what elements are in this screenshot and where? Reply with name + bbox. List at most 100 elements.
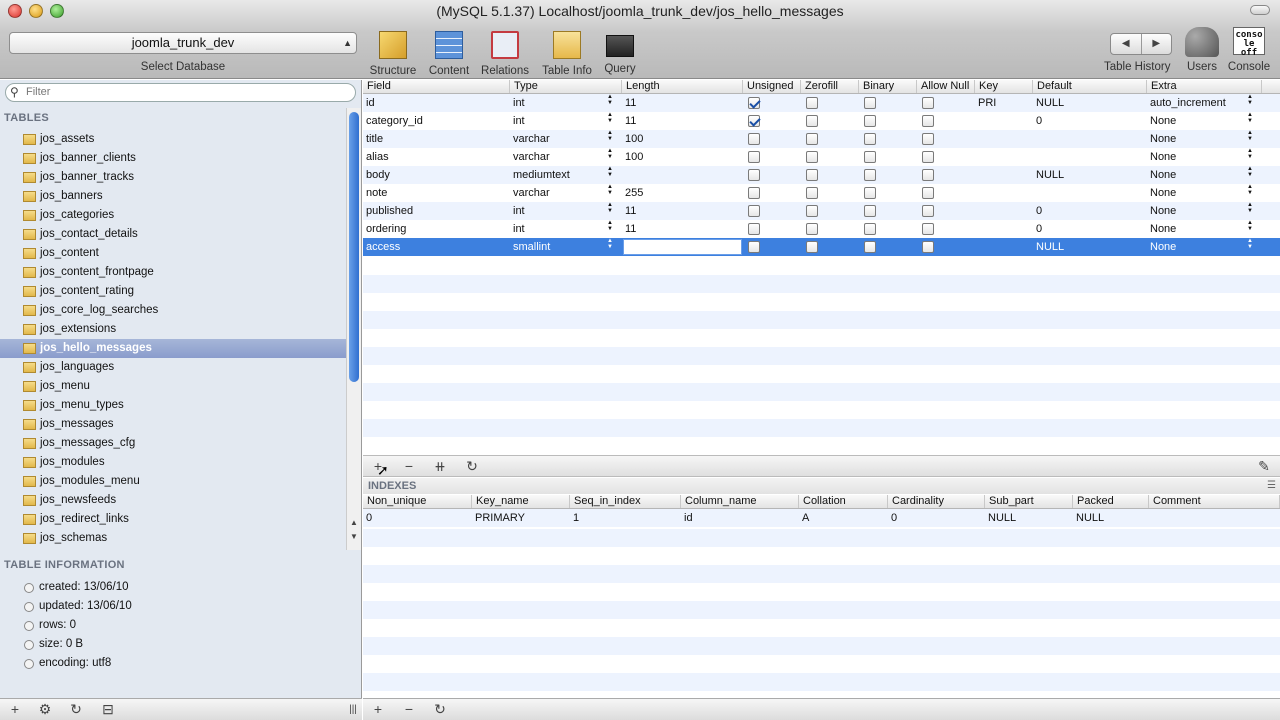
stepper-arrows-icon[interactable]: ▲▼: [601, 220, 619, 232]
field-row[interactable]: title varchar ▲▼ 100 None ▲▼: [363, 130, 1280, 148]
field-row[interactable]: note varchar ▲▼ 255 None ▲▼: [363, 184, 1280, 202]
database-select[interactable]: joomla_trunk_dev ▲: [9, 32, 357, 54]
field-cell-zerofill[interactable]: [801, 94, 859, 112]
field-cell-extra[interactable]: auto_increment ▲▼: [1147, 94, 1262, 112]
allow-null-checkbox[interactable]: [922, 169, 934, 182]
field-cell-allow-null[interactable]: [917, 238, 975, 256]
sidebar-table-item[interactable]: jos_menu: [0, 377, 346, 396]
zerofill-checkbox[interactable]: [806, 187, 818, 200]
stepper-arrows-icon[interactable]: ▲▼: [1241, 202, 1259, 214]
field-cell-type[interactable]: smallint ▲▼: [510, 238, 622, 256]
binary-checkbox[interactable]: [864, 115, 876, 128]
sidebar-table-item[interactable]: jos_banner_tracks: [0, 168, 346, 187]
toolbar-toggle-button[interactable]: [1250, 5, 1270, 15]
index-column-header[interactable]: Non_unique: [363, 495, 472, 508]
field-cell-key[interactable]: [975, 220, 1033, 238]
field-cell-type[interactable]: int ▲▼: [510, 202, 622, 220]
sidebar-table-item[interactable]: jos_content: [0, 244, 346, 263]
unsigned-checkbox[interactable]: [748, 223, 760, 236]
index-column-header[interactable]: Seq_in_index: [570, 495, 681, 508]
column-header[interactable]: Field: [363, 80, 510, 93]
stepper-arrows-icon[interactable]: ▲▼: [1241, 112, 1259, 124]
field-cell-field[interactable]: note: [363, 184, 510, 202]
stepper-arrows-icon[interactable]: ▲▼: [601, 184, 619, 196]
sidebar-table-item[interactable]: jos_content_frontpage: [0, 263, 346, 282]
field-cell-length[interactable]: 11: [622, 94, 743, 112]
binary-checkbox[interactable]: [864, 223, 876, 236]
field-cell-type[interactable]: int ▲▼: [510, 112, 622, 130]
stepper-arrows-icon[interactable]: ▲▼: [601, 94, 619, 106]
field-row[interactable]: access smallint ▲▼ NULL None ▲▼: [363, 238, 1280, 256]
table-list-scrollbar[interactable]: ▲ ▼: [346, 108, 361, 550]
index-column-header[interactable]: Column_name: [681, 495, 799, 508]
index-row[interactable]: 0 PRIMARY 1 id A 0 NULL NULL: [363, 509, 1280, 527]
field-cell-zerofill[interactable]: [801, 184, 859, 202]
sidebar-table-item[interactable]: jos_schemas: [0, 529, 346, 548]
relations-tab[interactable]: Relations: [478, 31, 532, 77]
field-cell-binary[interactable]: [859, 94, 917, 112]
unsigned-checkbox[interactable]: [748, 169, 760, 182]
unsigned-checkbox[interactable]: [748, 97, 760, 110]
column-header[interactable]: Binary: [859, 80, 917, 93]
unsigned-checkbox[interactable]: [748, 115, 760, 128]
field-cell-key[interactable]: [975, 130, 1033, 148]
column-header[interactable]: Allow Null: [917, 80, 975, 93]
sidebar-table-item[interactable]: jos_banner_clients: [0, 149, 346, 168]
indexes-menu-icon[interactable]: ☰: [1267, 480, 1276, 491]
field-cell-default[interactable]: 0: [1033, 220, 1147, 238]
field-cell-field[interactable]: ordering: [363, 220, 510, 238]
zerofill-checkbox[interactable]: [806, 169, 818, 182]
field-cell-length[interactable]: 255: [622, 184, 743, 202]
field-cell-zerofill[interactable]: [801, 166, 859, 184]
field-cell-extra[interactable]: None ▲▼: [1147, 130, 1262, 148]
field-cell-zerofill[interactable]: [801, 112, 859, 130]
field-cell-unsigned[interactable]: [743, 130, 801, 148]
zerofill-checkbox[interactable]: [806, 133, 818, 146]
sidebar-table-item[interactable]: jos_languages: [0, 358, 346, 377]
field-cell-zerofill[interactable]: [801, 238, 859, 256]
field-cell-field[interactable]: category_id: [363, 112, 510, 130]
zerofill-checkbox[interactable]: [806, 241, 818, 254]
sidebar-table-item[interactable]: jos_core_log_searches: [0, 301, 346, 320]
field-cell-length[interactable]: 100: [622, 130, 743, 148]
stepper-arrows-icon[interactable]: ▲▼: [1241, 130, 1259, 142]
stepper-arrows-icon[interactable]: ▲▼: [1241, 238, 1259, 250]
column-header[interactable]: Length: [622, 80, 743, 93]
index-column-header[interactable]: Collation: [799, 495, 888, 508]
stepper-arrows-icon[interactable]: ▲▼: [1241, 148, 1259, 160]
add-table-button[interactable]: +: [5, 699, 25, 720]
column-header[interactable]: Key: [975, 80, 1033, 93]
gear-icon[interactable]: ⚙: [35, 699, 55, 720]
field-cell-extra[interactable]: None ▲▼: [1147, 220, 1262, 238]
sidebar-table-item[interactable]: jos_contact_details: [0, 225, 346, 244]
field-cell-binary[interactable]: [859, 148, 917, 166]
field-cell-unsigned[interactable]: [743, 184, 801, 202]
unsigned-checkbox[interactable]: [748, 187, 760, 200]
field-cell-binary[interactable]: [859, 184, 917, 202]
field-cell-allow-null[interactable]: [917, 202, 975, 220]
scroll-up-arrow-icon[interactable]: ▲: [350, 518, 358, 527]
field-cell-unsigned[interactable]: [743, 94, 801, 112]
sidebar-table-item[interactable]: jos_content_rating: [0, 282, 346, 301]
stepper-arrows-icon[interactable]: ▲▼: [1241, 94, 1259, 106]
table-info-tab[interactable]: Table Info: [538, 31, 596, 77]
table-filter-input[interactable]: ⚲ Filter: [5, 83, 356, 102]
allow-null-checkbox[interactable]: [922, 241, 934, 254]
field-cell-type[interactable]: int ▲▼: [510, 94, 622, 112]
field-cell-field[interactable]: id: [363, 94, 510, 112]
field-cell-allow-null[interactable]: [917, 148, 975, 166]
sidebar-table-item[interactable]: jos_modules: [0, 453, 346, 472]
binary-checkbox[interactable]: [864, 187, 876, 200]
field-cell-unsigned[interactable]: [743, 166, 801, 184]
field-cell-field[interactable]: body: [363, 166, 510, 184]
allow-null-checkbox[interactable]: [922, 187, 934, 200]
add-index-button[interactable]: +: [367, 699, 389, 720]
sidebar-table-item[interactable]: jos_banners: [0, 187, 346, 206]
field-cell-allow-null[interactable]: [917, 184, 975, 202]
column-header[interactable]: Unsigned: [743, 80, 801, 93]
field-cell-unsigned[interactable]: [743, 202, 801, 220]
field-cell-type[interactable]: mediumtext ▲▼: [510, 166, 622, 184]
refresh-fields-button[interactable]: ↻: [461, 456, 483, 477]
stepper-arrows-icon[interactable]: ▲▼: [601, 238, 619, 250]
resize-handle-icon[interactable]: |||: [343, 699, 363, 720]
